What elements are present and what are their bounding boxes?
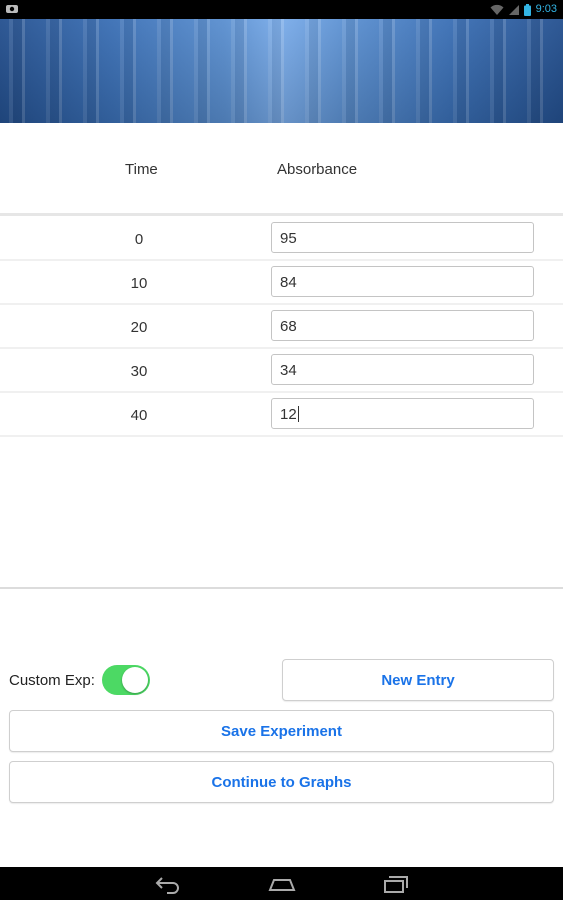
time-value: 10 <box>130 275 148 292</box>
navigation-bar <box>0 867 563 900</box>
absorbance-input[interactable]: 84 <box>271 266 534 297</box>
text-caret <box>297 406 299 422</box>
battery-icon <box>523 3 531 16</box>
custom-exp-toggle[interactable] <box>102 665 150 695</box>
section-divider <box>0 587 563 589</box>
table-row: 10 84 <box>0 261 563 305</box>
continue-to-graphs-button[interactable]: Continue to Graphs <box>9 761 554 803</box>
table-row: 20 68 <box>0 305 563 349</box>
status-bar: 9:03 <box>0 0 563 19</box>
save-experiment-button[interactable]: Save Experiment <box>9 710 554 752</box>
table-row: 40 12 <box>0 393 563 437</box>
table-row: 0 95 <box>0 217 563 261</box>
time-value: 40 <box>130 407 148 424</box>
column-header-absorbance: Absorbance <box>277 161 358 178</box>
absorbance-input[interactable]: 12 <box>271 398 534 429</box>
home-icon[interactable] <box>267 872 297 894</box>
toggle-knob <box>122 667 148 693</box>
absorbance-input[interactable]: 68 <box>271 310 534 341</box>
absorbance-input[interactable]: 95 <box>271 222 534 253</box>
header-banner <box>0 19 563 123</box>
time-value: 20 <box>130 319 148 336</box>
wifi-icon <box>490 4 504 15</box>
recent-apps-icon[interactable] <box>381 872 411 894</box>
header-divider <box>0 213 563 216</box>
column-header-time: Time <box>125 161 158 178</box>
table-row: 30 34 <box>0 349 563 393</box>
back-icon[interactable] <box>153 872 183 894</box>
time-value: 30 <box>130 363 148 380</box>
signal-icon <box>508 4 519 15</box>
time-value: 0 <box>134 231 144 248</box>
status-time: 9:03 <box>535 3 557 15</box>
absorbance-input[interactable]: 34 <box>271 354 534 385</box>
new-entry-button[interactable]: New Entry <box>282 659 554 701</box>
notification-icon <box>6 5 18 13</box>
custom-exp-label: Custom Exp: <box>9 672 95 689</box>
